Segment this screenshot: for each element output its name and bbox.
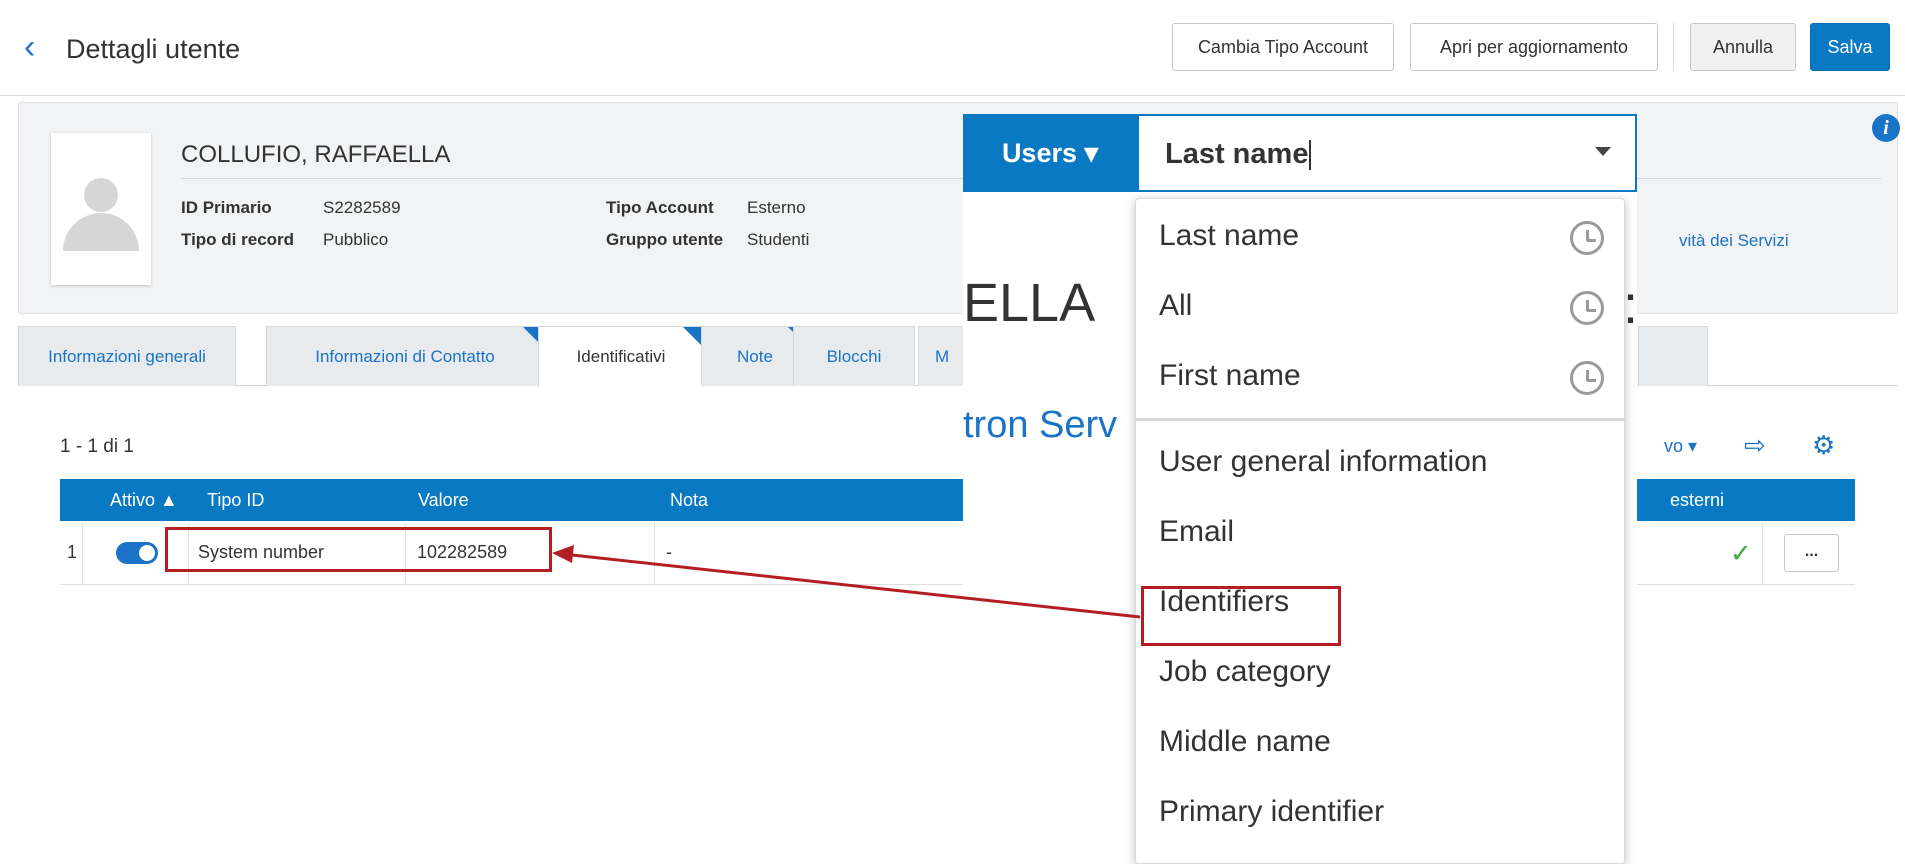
menu-item-first-name[interactable]: First name (1136, 339, 1626, 409)
row-actions-button[interactable]: ... (1784, 534, 1839, 572)
open-for-update-button[interactable]: Apri per aggiornamento (1410, 23, 1658, 71)
cell-divider (1762, 523, 1763, 585)
active-toggle[interactable] (116, 542, 158, 564)
tab-blocks[interactable]: Blocchi (793, 326, 915, 386)
account-type-label: Tipo Account (606, 198, 714, 217)
text-cursor (1309, 140, 1312, 171)
gear-icon[interactable]: ⚙ (1812, 430, 1835, 461)
menu-item-middle-name[interactable]: Middle name (1136, 705, 1626, 775)
history-icon (1570, 291, 1604, 325)
row-number: 1 (67, 542, 78, 562)
col-active[interactable]: Attivo ▲ (110, 479, 178, 521)
menu-item-last-name[interactable]: Last name (1136, 199, 1626, 269)
search-field-value: Last name (1165, 138, 1312, 171)
search-overlay: ELLA tron Serv : Users ▾ Last name Last … (963, 114, 1638, 864)
menu-item-label: All (1159, 289, 1193, 322)
header-divider (1673, 23, 1674, 71)
col-value[interactable]: Valore (418, 479, 469, 521)
toggle-knob (139, 545, 155, 561)
background-name-fragment: ELLA (963, 273, 1096, 333)
background-heading-fragment: tron Serv (963, 404, 1118, 446)
primary-id-value: S2282589 (323, 198, 401, 217)
tab-label: Note (737, 346, 773, 366)
menu-item-user-general-information[interactable]: User general information (1136, 425, 1626, 495)
primary-id-label: ID Primario (181, 198, 272, 217)
back-icon[interactable]: ‹ (24, 30, 35, 64)
tab-label: Informazioni di Contatto (315, 346, 495, 366)
users-scope-button[interactable]: Users ▾ (963, 114, 1137, 192)
cell-divider (654, 523, 655, 585)
menu-item-label: First name (1159, 359, 1301, 392)
page-header: ‹ Dettagli utente Cambia Tipo Account Ap… (0, 0, 1905, 96)
note-value: - (666, 542, 672, 562)
services-link[interactable]: vità dei Servizi (1679, 231, 1789, 251)
user-group-label: Gruppo utente (606, 230, 724, 249)
highlight-box-identifiers (1141, 586, 1341, 646)
results-count: 1 - 1 di 1 (60, 436, 134, 457)
avatar-body (63, 213, 139, 251)
menu-divider (1136, 418, 1626, 421)
tab-identifiers[interactable]: Identificativi (538, 326, 704, 387)
avatar-head (84, 178, 118, 212)
account-type-value: Esterno (747, 198, 806, 217)
tab-label: M (935, 346, 950, 366)
history-icon (1570, 221, 1604, 255)
tab-contact-info[interactable]: Informazioni di Contatto (266, 326, 544, 386)
menu-item-email[interactable]: Email (1136, 495, 1626, 565)
search-field-select[interactable]: Last name (1137, 114, 1637, 192)
cell-divider (82, 523, 83, 585)
toolbar-dropdown[interactable]: vo ▾ (1664, 436, 1697, 457)
record-type-value: Pubblico (323, 230, 389, 249)
user-group-value: Studenti (747, 230, 810, 249)
search-field-menu: Last name All First name User general in… (1135, 198, 1626, 864)
tab-label: Informazioni generali (48, 346, 206, 366)
col-note[interactable]: Nota (670, 479, 708, 521)
menu-item-primary-identifier[interactable]: Primary identifier (1136, 775, 1626, 845)
tab-general-info[interactable]: Informazioni generali (18, 326, 236, 386)
menu-item-label: Email (1159, 515, 1235, 548)
tab-label: Blocchi (826, 346, 882, 366)
tab-corner-marker (683, 327, 703, 347)
avatar (51, 133, 151, 285)
menu-item-all[interactable]: All (1136, 269, 1626, 339)
highlight-box-row (165, 527, 552, 572)
page-title: Dettagli utente (66, 34, 241, 64)
check-icon: ✓ (1730, 538, 1752, 568)
tab-label: Identificativi (576, 347, 666, 366)
tab-partial[interactable] (1638, 326, 1708, 386)
info-icon[interactable]: i (1872, 114, 1900, 142)
change-account-type-button[interactable]: Cambia Tipo Account (1172, 23, 1394, 71)
search-field-label: Last name (1165, 138, 1309, 170)
menu-item-label: Primary identifier (1159, 795, 1385, 828)
export-icon[interactable]: ⇨ (1744, 430, 1766, 461)
col-external[interactable]: esterni (1670, 479, 1724, 521)
history-icon (1570, 361, 1604, 395)
menu-item-label: Job category (1159, 655, 1331, 688)
cancel-button[interactable]: Annulla (1690, 23, 1796, 71)
record-type-label: Tipo di record (181, 230, 295, 249)
user-name: COLLUFIO, RAFFAELLA (181, 141, 451, 168)
menu-item-label: Middle name (1159, 725, 1331, 758)
col-id-type[interactable]: Tipo ID (207, 479, 264, 521)
chevron-down-icon[interactable] (1595, 147, 1611, 156)
save-button[interactable]: Salva (1810, 23, 1890, 71)
menu-item-label: Last name (1159, 219, 1300, 252)
menu-item-label: User general information (1159, 445, 1488, 478)
